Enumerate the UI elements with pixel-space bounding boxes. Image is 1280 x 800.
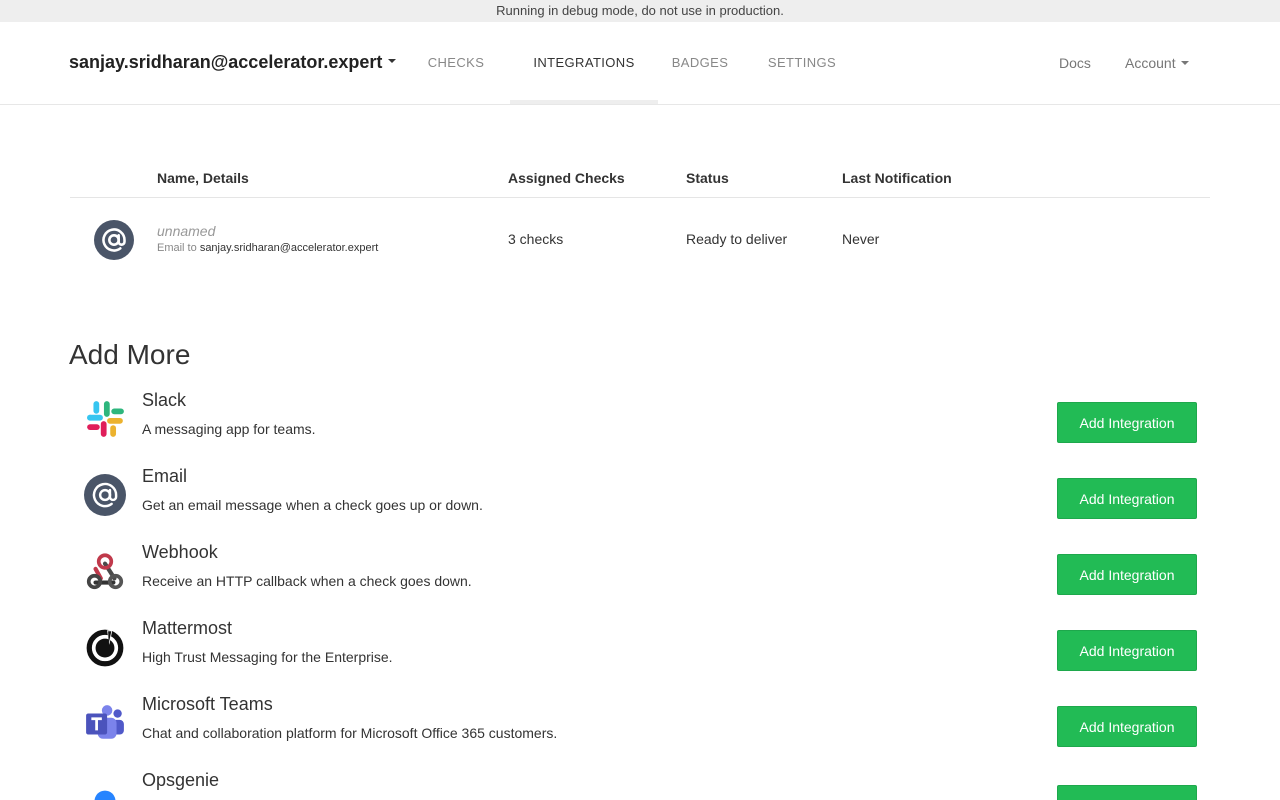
integration-title: Mattermost bbox=[142, 618, 233, 638]
header-status: Status bbox=[686, 170, 729, 186]
integration-title: Microsoft Teams bbox=[142, 694, 273, 714]
add-opsgenie-button[interactable]: Add Integration bbox=[1057, 785, 1197, 800]
microsoft-teams-icon bbox=[82, 700, 128, 746]
debug-banner: Running in debug mode, do not use in pro… bbox=[0, 0, 1280, 22]
navbar: sanjay.sridharan@accelerator.expert CHEC… bbox=[0, 22, 1280, 105]
project-dropdown[interactable]: sanjay.sridharan@accelerator.expert bbox=[69, 52, 397, 73]
tab-integrations[interactable]: INTEGRATIONS bbox=[510, 22, 658, 104]
caret-down-icon bbox=[388, 59, 397, 64]
integration-detail: Email to sanjay.sridharan@accelerator.ex… bbox=[157, 242, 378, 254]
header-last-notification: Last Notification bbox=[842, 170, 952, 186]
list-item-opsgenie: Opsgenie Add Integration bbox=[70, 770, 1210, 800]
integration-title: Webhook bbox=[142, 542, 218, 562]
integration-title: Opsgenie bbox=[142, 770, 220, 790]
integration-description: A messaging app for teams. bbox=[142, 421, 316, 437]
slack-icon bbox=[82, 396, 128, 442]
assigned-checks[interactable]: 3 checks bbox=[508, 231, 563, 247]
integration-description: High Trust Messaging for the Enterprise. bbox=[142, 649, 393, 665]
integration-description: Get an email message when a check goes u… bbox=[142, 497, 483, 513]
add-microsoft-teams-button[interactable]: Add Integration bbox=[1057, 706, 1197, 747]
account-label: Account bbox=[1125, 55, 1176, 71]
project-name: sanjay.sridharan@accelerator.expert bbox=[69, 52, 383, 72]
email-icon bbox=[94, 220, 134, 260]
detail-address: sanjay.sridharan@accelerator.expert bbox=[199, 242, 379, 254]
add-webhook-button[interactable]: Add Integration bbox=[1057, 554, 1197, 595]
table-row[interactable]: unnamed Email to sanjay.sridharan@accele… bbox=[70, 198, 1210, 282]
add-mattermost-button[interactable]: Add Integration bbox=[1057, 630, 1197, 671]
last-notification: Never bbox=[842, 231, 880, 247]
opsgenie-icon bbox=[82, 776, 128, 800]
integration-title: Email bbox=[142, 466, 188, 486]
status-text: Ready to deliver bbox=[686, 231, 788, 247]
integration-title: Slack bbox=[142, 390, 187, 410]
tab-settings[interactable]: SETTINGS bbox=[752, 22, 852, 104]
list-item-mattermost: Mattermost High Trust Messaging for the … bbox=[70, 618, 1210, 694]
header-assigned-checks: Assigned Checks bbox=[508, 170, 625, 186]
add-email-button[interactable]: Add Integration bbox=[1057, 478, 1197, 519]
integration-description: Chat and collaboration platform for Micr… bbox=[142, 725, 558, 741]
tab-badges[interactable]: BADGES bbox=[658, 22, 742, 104]
caret-down-icon bbox=[1180, 61, 1189, 66]
email-icon bbox=[82, 472, 128, 518]
add-slack-button[interactable]: Add Integration bbox=[1057, 402, 1197, 443]
header-name-details: Name, Details bbox=[157, 170, 249, 186]
integrations-table-header: Name, Details Assigned Checks Status Las… bbox=[70, 160, 1210, 198]
integration-description: Receive an HTTP callback when a check go… bbox=[142, 573, 472, 589]
list-item-webhook: Webhook Receive an HTTP callback when a … bbox=[70, 542, 1210, 618]
detail-prefix: Email to bbox=[157, 242, 197, 254]
list-item-email: Email Get an email message when a check … bbox=[70, 466, 1210, 542]
list-item-slack: Slack A messaging app for teams. Add Int… bbox=[70, 390, 1210, 466]
account-dropdown[interactable]: Account bbox=[1125, 22, 1189, 104]
add-more-title: Add More bbox=[69, 339, 191, 370]
docs-link[interactable]: Docs bbox=[1059, 22, 1091, 104]
list-item-microsoft-teams: Microsoft Teams Chat and collaboration p… bbox=[70, 694, 1210, 770]
integration-name[interactable]: unnamed bbox=[157, 223, 215, 239]
webhook-icon bbox=[82, 548, 128, 594]
tab-checks[interactable]: CHECKS bbox=[412, 22, 500, 104]
mattermost-icon bbox=[82, 624, 128, 670]
